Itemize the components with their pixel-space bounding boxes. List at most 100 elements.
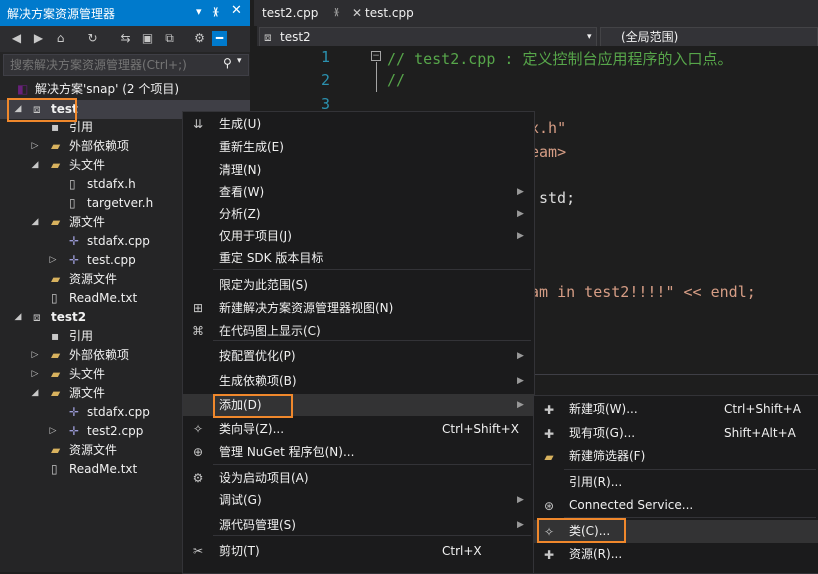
text-file-icon: ▯ [51,291,58,305]
close-icon[interactable]: ✕ [231,3,242,18]
search-options-icon[interactable]: ▾ [237,56,242,66]
line-number: 2 [320,71,330,89]
collapse-icon[interactable]: − [371,51,381,61]
context-menu-item[interactable]: 重新生成(E) [183,136,534,158]
code-fragment: x.h" [530,119,567,137]
context-menu-item-label: 设为启动项目(A) [219,471,309,485]
context-menu-item[interactable]: 限定为此范围(S) [183,274,534,296]
shortcut-label: Ctrl+Shift+X [442,422,519,436]
submenu-arrow-icon: ▶ [517,400,524,410]
tree-item-label: 源文件 [69,215,106,229]
context-menu-item[interactable]: 按配置优化(P) ▶ [183,345,534,367]
folder-icon: ▰ [51,443,61,457]
context-menu-item[interactable]: 清理(N) [183,159,534,181]
context-menu-item[interactable]: ⊞ 新建解决方案资源管理器视图(N) [183,297,534,319]
tree-item-label: 头文件 [69,158,106,172]
context-menu-item[interactable]: ⇊ 生成(U) [183,113,534,135]
collapsed-arrow-icon[interactable]: ▷ [48,251,58,270]
new-item-icon: ✚ [543,403,555,417]
tab-test2-cpp[interactable]: test2.cpp ᚕ ✕ [262,0,370,26]
search-icon[interactable]: ⚲ [223,56,232,70]
folder-icon: ▰ [51,139,61,153]
submenu-item[interactable]: ⊛ Connected Service... [534,494,818,517]
solution-explorer-title-bar: 解决方案资源管理器 ▾ ᚕ ✕ [0,0,250,26]
solution-explorer-toolbar: ◀ ▶ ⌂ ↻ ⇆ ▣ ⧉ ⚙ ━ [0,26,250,52]
divider [533,374,818,375]
context-menu-item[interactable]: 生成依赖项(B) ▶ [183,370,534,392]
tree-item-label: stdafx.cpp [87,234,150,248]
context-menu-item[interactable]: 调试(G) ▶ [183,489,534,511]
class-wizard-icon: ✧ [192,422,204,436]
context-menu-item[interactable]: 源代码管理(S) ▶ [183,514,534,536]
context-menu-item-label: 清理(N) [219,163,262,177]
solution-search-input[interactable] [8,56,222,74]
collapsed-arrow-icon[interactable]: ▷ [30,346,40,365]
project-dropdown[interactable]: ⧈ test2 ▾ [259,27,597,47]
folder-icon: ▰ [51,367,61,381]
submenu-item[interactable]: ▰ 新建筛选器(F) [534,445,818,468]
pin-icon[interactable]: ᚕ [334,0,339,26]
tab-test-cpp[interactable]: test.cpp [365,0,435,26]
back-icon[interactable]: ◀ [9,31,24,46]
expanded-arrow-icon[interactable]: ◢ [30,156,40,175]
pin-icon[interactable]: ᚕ [213,5,218,18]
shortcut-label: Shift+Alt+A [724,426,796,440]
editor-tab-bar: test2.cpp ᚕ ✕ test.cpp [250,0,818,26]
tree-item-label: test2.cpp [87,424,144,438]
code-fragment: eam> [530,143,567,161]
expanded-arrow-icon[interactable]: ◢ [13,308,23,327]
dropdown-icon[interactable]: ▾ [196,5,202,18]
context-menu-item-label: 重定 SDK 版本目标 [219,251,324,265]
submenu-arrow-icon: ▶ [517,351,524,361]
context-menu-item[interactable]: 分析(Z) ▶ [183,203,534,225]
context-menu-item[interactable]: 重定 SDK 版本目标 [183,247,534,269]
submenu-arrow-icon: ▶ [517,187,524,197]
connected-service-icon: ⊛ [543,499,555,513]
tree-item-label: ReadMe.txt [69,291,138,305]
context-menu-item-label: 限定为此范围(S) [219,278,308,292]
context-menu-item-label: 调试(G) [219,493,262,507]
expanded-arrow-icon[interactable]: ◢ [30,384,40,403]
context-menu-item[interactable]: ✧ 类向导(Z)... Ctrl+Shift+X [183,418,534,440]
tree-item-label: 资源文件 [69,443,118,457]
preview-icon[interactable]: ━ [212,31,227,46]
submenu-item[interactable]: 引用(R)... [534,471,818,494]
context-menu-item[interactable]: 仅用于项目(J) ▶ [183,225,534,247]
tree-item-label: 资源文件 [69,272,118,286]
collapsed-arrow-icon[interactable]: ▷ [30,137,40,156]
context-menu-item-label: 生成(U) [219,117,262,131]
solution-node[interactable]: ◧ 解决方案'snap' (2 个项目) [0,80,250,99]
tree-item-label: 源文件 [69,386,106,400]
context-menu-item[interactable]: ✂ 剪切(T) Ctrl+X [183,540,534,562]
pending-changes-icon[interactable]: ▣ [140,31,155,46]
context-menu-item[interactable]: ⊕ 管理 NuGet 程序包(N)... [183,441,534,463]
context-menu: ⇊ 生成(U) 重新生成(E) 清理(N) 查看(W) ▶ 分析(Z) ▶ 仅用于项目(J) ▶ 重… [182,111,535,574]
history-icon[interactable]: ↻ [85,31,100,46]
submenu-item-label: 资源(R)... [569,547,623,561]
context-menu-item[interactable]: ⚙ 设为启动项目(A) [183,467,534,489]
context-menu-item[interactable]: ⌘ 在代码图上显示(C) [183,320,534,342]
context-menu-item-label: 查看(W) [219,185,265,199]
forward-icon[interactable]: ▶ [31,31,46,46]
collapse-all-icon[interactable]: ⧉ [162,31,177,46]
submenu-item[interactable]: ✚ 新建项(W)... Ctrl+Shift+A [534,398,818,421]
scope-dropdown[interactable]: (全局范围) [600,27,818,47]
expanded-arrow-icon[interactable]: ◢ [30,213,40,232]
code-map-icon: ⌘ [192,324,204,338]
submenu-item[interactable]: ✚ 现有项(G)... Shift+Alt+A [534,422,818,445]
new-filter-icon: ▰ [544,450,554,464]
context-menu-item-label: 仅用于项目(J) [219,229,292,243]
sync-icon[interactable]: ⇆ [118,31,133,46]
submenu-item[interactable]: ✚ 资源(R)... [534,543,818,566]
solution-search-box[interactable]: ⚲ ▾ [3,54,249,76]
context-menu-item[interactable]: 查看(W) ▶ [183,181,534,203]
properties-icon[interactable]: ⚙ [192,31,207,46]
context-menu-item-label: 生成依赖项(B) [219,374,297,388]
collapsed-arrow-icon[interactable]: ▷ [48,422,58,441]
menu-separator [213,464,531,465]
submenu-item-label: 新建筛选器(F) [569,449,646,463]
home-icon[interactable]: ⌂ [53,31,68,46]
close-icon[interactable]: ✕ [352,0,362,26]
context-menu-item-label: 分析(Z) [219,207,261,221]
collapsed-arrow-icon[interactable]: ▷ [30,365,40,384]
